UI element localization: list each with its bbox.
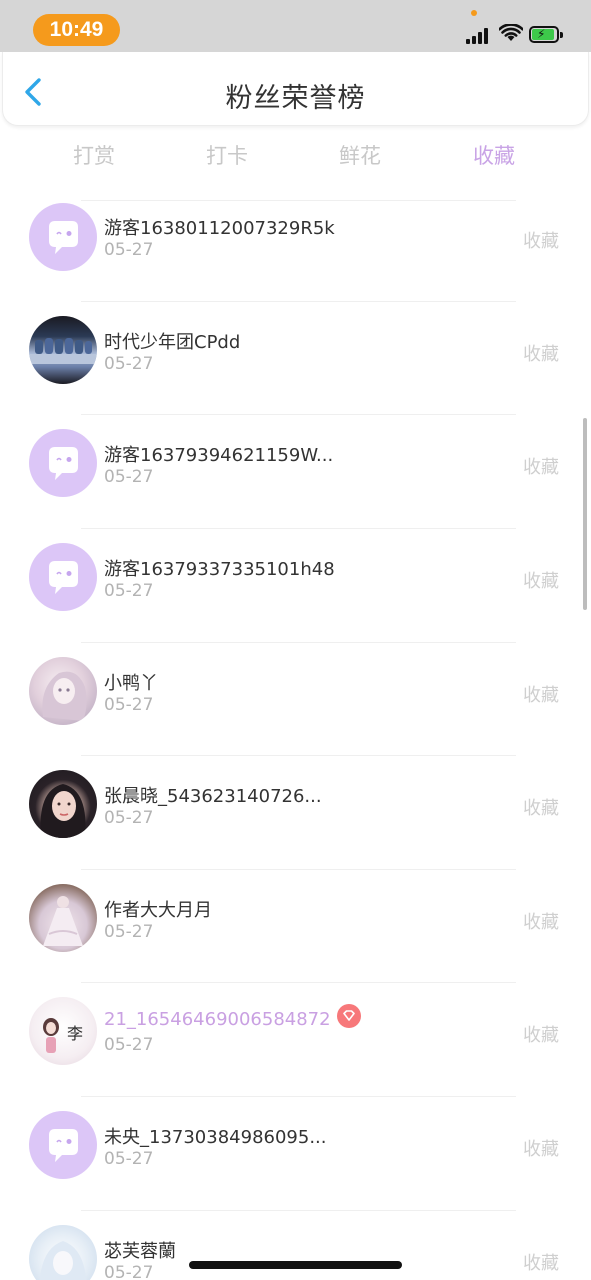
illustration-image: 李 bbox=[43, 1018, 83, 1053]
chat-bubble-avatar[interactable] bbox=[29, 429, 97, 497]
favorite-date: 05-27 bbox=[104, 240, 154, 260]
chat-bubble-icon bbox=[49, 561, 78, 594]
favorite-label: 收藏 bbox=[523, 231, 559, 252]
favorite-label: 收藏 bbox=[523, 457, 559, 478]
fan-honor-page: 10:49 ⚡ 粉丝荣誉榜 打赏 打卡 鲜花 收藏 游客163801120073… bbox=[0, 0, 591, 1280]
svg-text:李: 李 bbox=[67, 1024, 83, 1043]
tab-favorites[interactable]: 收藏 bbox=[473, 140, 515, 170]
chat-bubble-icon bbox=[49, 221, 78, 254]
user-name: 张晨晓_543623140726... bbox=[104, 786, 322, 807]
favorite-label: 收藏 bbox=[523, 1025, 559, 1046]
anime-girl-avatar[interactable] bbox=[29, 657, 97, 725]
page-title: 粉丝荣誉榜 bbox=[225, 83, 366, 114]
tab-reward[interactable]: 打赏 bbox=[73, 140, 115, 170]
favorite-date: 05-27 bbox=[104, 695, 154, 715]
divider bbox=[81, 1096, 516, 1097]
illustration-avatar[interactable]: 李 bbox=[29, 997, 97, 1065]
favorite-label: 收藏 bbox=[523, 344, 559, 365]
user-name: 游客16380112007329R5k bbox=[104, 218, 335, 239]
user-name: 未央_13730384986095... bbox=[104, 1127, 327, 1148]
group-photo-avatar[interactable] bbox=[29, 316, 97, 384]
divider bbox=[81, 982, 516, 983]
battery-charging-icon: ⚡ bbox=[529, 26, 563, 43]
dress-avatar[interactable] bbox=[29, 884, 97, 952]
user-name: 小鸭丫 bbox=[104, 673, 158, 694]
chat-bubble-icon bbox=[49, 1129, 78, 1162]
user-name: 21_16546469006584872 bbox=[104, 1009, 331, 1030]
list-item[interactable]: 李 21_16546469006584872 05-27 收藏 bbox=[0, 982, 591, 1095]
list-item[interactable]: 苾芙蓉蘭 05-27 收藏 bbox=[0, 1210, 591, 1280]
favorite-date: 05-27 bbox=[104, 1263, 154, 1280]
favorite-label: 收藏 bbox=[523, 571, 559, 592]
portrait-avatar[interactable] bbox=[29, 770, 97, 838]
chat-bubble-avatar[interactable] bbox=[29, 203, 97, 271]
home-indicator[interactable] bbox=[189, 1261, 402, 1269]
favorite-date: 05-27 bbox=[104, 922, 154, 942]
favorite-label: 收藏 bbox=[523, 1139, 559, 1160]
status-bar: 10:49 ⚡ bbox=[0, 0, 591, 52]
favorite-date: 05-27 bbox=[104, 1035, 154, 1055]
divider bbox=[81, 755, 516, 756]
list-item[interactable]: 游客16379337335101h48 05-27 收藏 bbox=[0, 528, 591, 641]
status-time: 10:49 bbox=[33, 14, 120, 46]
anime-girl-image bbox=[42, 671, 87, 721]
favorite-label: 收藏 bbox=[523, 685, 559, 706]
user-name: 作者大大月月 bbox=[104, 900, 212, 921]
chat-bubble-avatar[interactable] bbox=[29, 543, 97, 611]
scrollbar[interactable] bbox=[583, 418, 587, 610]
favorite-date: 05-27 bbox=[104, 354, 154, 374]
user-name: 游客16379394621159W... bbox=[104, 445, 334, 466]
ranking-tabs: 打赏 打卡 鲜花 收藏 bbox=[0, 140, 591, 172]
divider bbox=[81, 528, 516, 529]
navigation-header: 粉丝荣誉榜 bbox=[2, 52, 589, 126]
favorite-label: 收藏 bbox=[523, 1253, 559, 1274]
group-photo-image bbox=[29, 338, 97, 364]
snow-girl-image bbox=[39, 1241, 87, 1280]
list-item[interactable]: 张晨晓_543623140726... 05-27 收藏 bbox=[0, 755, 591, 868]
user-name: 苾芙蓉蘭 bbox=[104, 1241, 176, 1262]
chat-bubble-avatar[interactable] bbox=[29, 1111, 97, 1179]
tab-flowers[interactable]: 鲜花 bbox=[339, 140, 381, 170]
list-item[interactable]: 小鸭丫 05-27 收藏 bbox=[0, 642, 591, 755]
portrait-image bbox=[40, 784, 86, 838]
divider bbox=[81, 200, 516, 201]
favorite-date: 05-27 bbox=[104, 1149, 154, 1169]
divider bbox=[81, 869, 516, 870]
user-name: 游客16379337335101h48 bbox=[104, 559, 335, 580]
diamond-icon bbox=[343, 1010, 355, 1021]
snow-girl-avatar[interactable] bbox=[29, 1225, 97, 1280]
divider bbox=[81, 642, 516, 643]
privacy-indicator-dot bbox=[471, 10, 477, 16]
dress-image bbox=[43, 896, 83, 946]
list-item[interactable]: 时代少年团CPdd 05-27 收藏 bbox=[0, 301, 591, 414]
favorite-date: 05-27 bbox=[104, 808, 154, 828]
vip-badge bbox=[337, 1004, 361, 1028]
favorite-label: 收藏 bbox=[523, 798, 559, 819]
list-item[interactable]: 未央_13730384986095... 05-27 收藏 bbox=[0, 1096, 591, 1209]
divider bbox=[81, 1210, 516, 1211]
favorite-date: 05-27 bbox=[104, 467, 154, 487]
chat-bubble-icon bbox=[49, 447, 78, 480]
user-name: 时代少年团CPdd bbox=[104, 332, 241, 353]
list-item[interactable]: 作者大大月月 05-27 收藏 bbox=[0, 869, 591, 982]
list-item[interactable]: 游客16379394621159W... 05-27 收藏 bbox=[0, 414, 591, 527]
cellular-signal-icon bbox=[466, 28, 492, 44]
divider bbox=[81, 414, 516, 415]
divider bbox=[81, 301, 516, 302]
favorite-label: 收藏 bbox=[523, 912, 559, 933]
favorite-date: 05-27 bbox=[104, 581, 154, 601]
wifi-icon bbox=[499, 24, 523, 41]
list-item[interactable]: 游客16380112007329R5k 05-27 收藏 bbox=[0, 200, 591, 313]
tab-checkin[interactable]: 打卡 bbox=[206, 140, 248, 170]
